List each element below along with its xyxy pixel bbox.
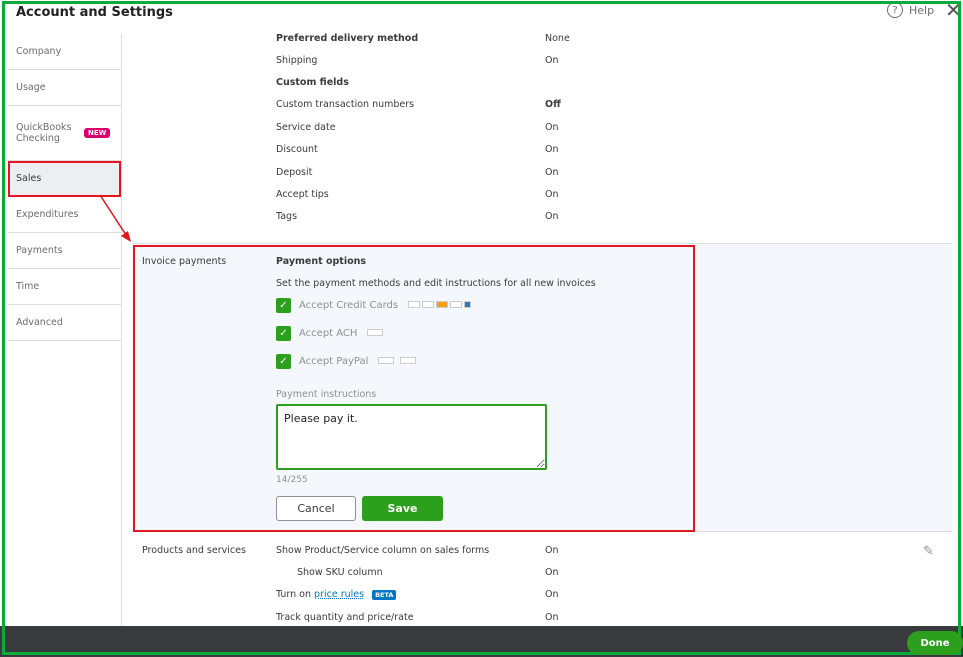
done-button[interactable]: Done	[907, 631, 963, 655]
annotation-arrow	[99, 194, 131, 242]
